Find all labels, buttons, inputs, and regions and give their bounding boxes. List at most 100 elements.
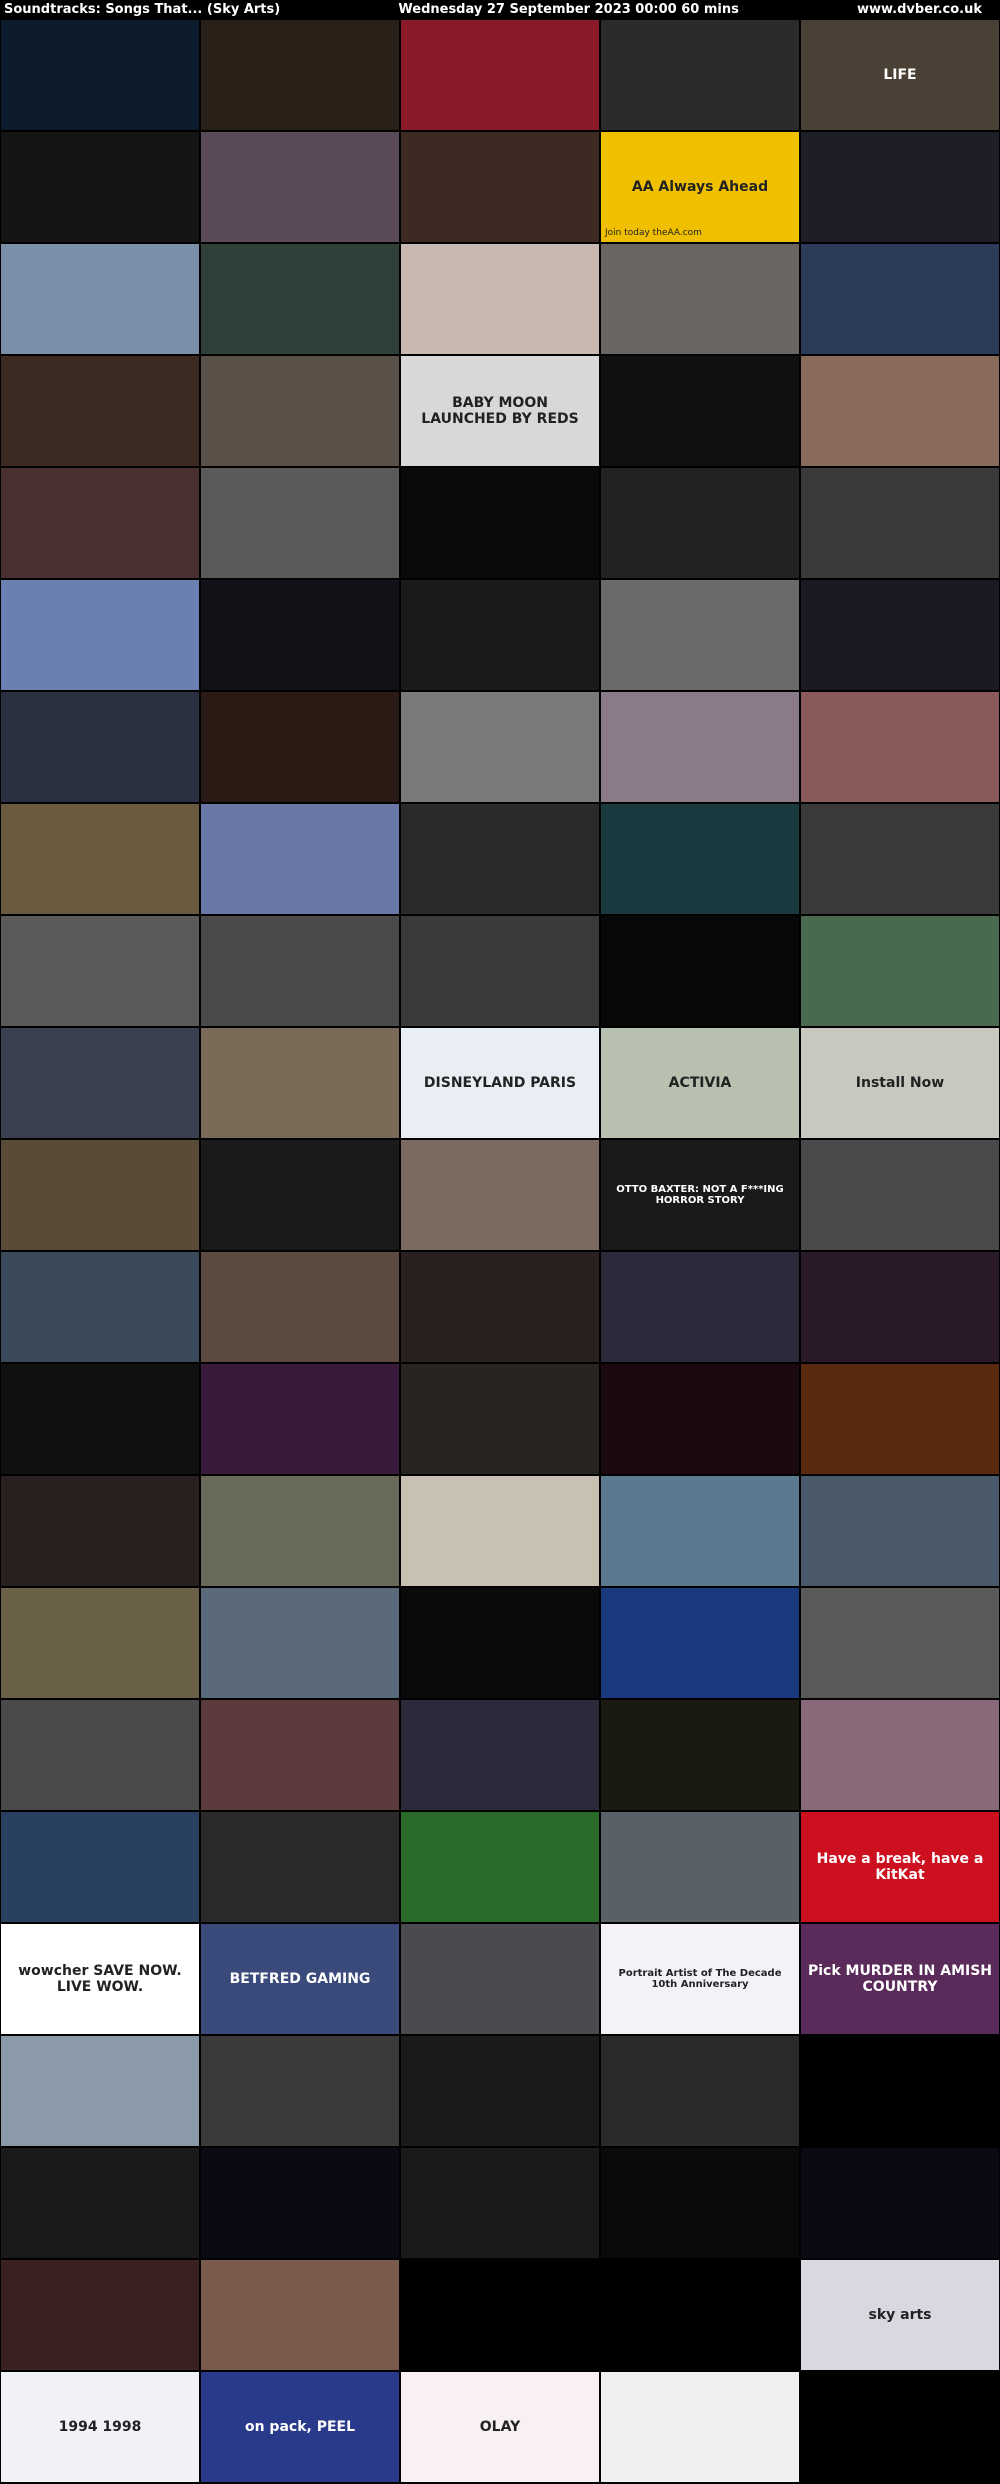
video-frame-thumbnail[interactable]: Portrait Artist of The Decade 10th Anniv… — [601, 1924, 799, 2034]
video-frame-thumbnail[interactable] — [201, 2148, 399, 2258]
video-frame-thumbnail[interactable] — [401, 1588, 599, 1698]
video-frame-thumbnail[interactable]: Pick MURDER IN AMISH COUNTRY — [801, 1924, 999, 2034]
video-frame-thumbnail[interactable] — [201, 1588, 399, 1698]
video-frame-thumbnail[interactable] — [801, 356, 999, 466]
video-frame-thumbnail[interactable]: BETFRED GAMING — [201, 1924, 399, 2034]
video-frame-thumbnail[interactable] — [401, 804, 599, 914]
video-frame-thumbnail[interactable] — [801, 2148, 999, 2258]
video-frame-thumbnail[interactable] — [201, 1252, 399, 1362]
video-frame-thumbnail[interactable] — [601, 916, 799, 1026]
video-frame-thumbnail[interactable] — [1, 468, 199, 578]
video-frame-thumbnail[interactable] — [201, 580, 399, 690]
video-frame-thumbnail[interactable]: Have a break, have a KitKat — [801, 1812, 999, 1922]
video-frame-thumbnail[interactable]: OLAY — [401, 2372, 599, 2482]
video-frame-thumbnail[interactable] — [401, 244, 599, 354]
video-frame-thumbnail[interactable] — [1, 916, 199, 1026]
video-frame-thumbnail[interactable] — [201, 1812, 399, 1922]
video-frame-thumbnail[interactable] — [1, 132, 199, 242]
video-frame-thumbnail[interactable] — [401, 2148, 599, 2258]
video-frame-thumbnail[interactable] — [801, 468, 999, 578]
video-frame-thumbnail[interactable]: wowcher SAVE NOW. LIVE WOW. — [1, 1924, 199, 2034]
video-frame-thumbnail[interactable]: OTTO BAXTER: NOT A F***ING HORROR STORY — [601, 1140, 799, 1250]
video-frame-thumbnail[interactable] — [401, 1364, 599, 1474]
video-frame-thumbnail[interactable] — [801, 2036, 999, 2146]
video-frame-thumbnail[interactable] — [601, 804, 799, 914]
video-frame-thumbnail[interactable] — [201, 244, 399, 354]
video-frame-thumbnail[interactable] — [801, 916, 999, 1026]
video-frame-thumbnail[interactable]: AA Always Ahead Join today theAA.com — [601, 132, 799, 242]
video-frame-thumbnail[interactable]: on pack, PEEL — [201, 2372, 399, 2482]
video-frame-thumbnail[interactable] — [401, 692, 599, 802]
video-frame-thumbnail[interactable] — [1, 692, 199, 802]
video-frame-thumbnail[interactable] — [801, 1700, 999, 1810]
video-frame-thumbnail[interactable] — [601, 2260, 799, 2370]
video-frame-thumbnail[interactable] — [801, 1588, 999, 1698]
video-frame-thumbnail[interactable] — [801, 1252, 999, 1362]
video-frame-thumbnail[interactable] — [601, 2036, 799, 2146]
video-frame-thumbnail[interactable] — [801, 580, 999, 690]
video-frame-thumbnail[interactable] — [401, 468, 599, 578]
video-frame-thumbnail[interactable] — [801, 1364, 999, 1474]
video-frame-thumbnail[interactable] — [601, 1252, 799, 1362]
video-frame-thumbnail[interactable] — [601, 356, 799, 466]
video-frame-thumbnail[interactable] — [401, 1700, 599, 1810]
video-frame-thumbnail[interactable] — [801, 1140, 999, 1250]
video-frame-thumbnail[interactable] — [1, 1476, 199, 1586]
video-frame-thumbnail[interactable] — [601, 580, 799, 690]
video-frame-thumbnail[interactable]: ACTIVIA — [601, 1028, 799, 1138]
video-frame-thumbnail[interactable] — [801, 1476, 999, 1586]
video-frame-thumbnail[interactable] — [401, 20, 599, 130]
video-frame-thumbnail[interactable] — [1, 1588, 199, 1698]
video-frame-thumbnail[interactable]: BABY MOON LAUNCHED BY REDS — [401, 356, 599, 466]
video-frame-thumbnail[interactable] — [401, 916, 599, 1026]
video-frame-thumbnail[interactable] — [1, 804, 199, 914]
video-frame-thumbnail[interactable] — [601, 2148, 799, 2258]
video-frame-thumbnail[interactable] — [601, 468, 799, 578]
video-frame-thumbnail[interactable] — [601, 1588, 799, 1698]
video-frame-thumbnail[interactable] — [401, 1140, 599, 1250]
video-frame-thumbnail[interactable]: 1994 1998 — [1, 2372, 199, 2482]
video-frame-thumbnail[interactable] — [201, 1028, 399, 1138]
video-frame-thumbnail[interactable] — [1, 2260, 199, 2370]
video-frame-thumbnail[interactable] — [401, 1476, 599, 1586]
video-frame-thumbnail[interactable]: DISNEYLAND PARIS — [401, 1028, 599, 1138]
video-frame-thumbnail[interactable] — [401, 580, 599, 690]
video-frame-thumbnail[interactable]: sky arts — [801, 2260, 999, 2370]
video-frame-thumbnail[interactable] — [601, 1700, 799, 1810]
video-frame-thumbnail[interactable]: LIFE — [801, 20, 999, 130]
video-frame-thumbnail[interactable] — [201, 356, 399, 466]
video-frame-thumbnail[interactable] — [801, 692, 999, 802]
video-frame-thumbnail[interactable] — [601, 244, 799, 354]
video-frame-thumbnail[interactable] — [1, 1812, 199, 1922]
video-frame-thumbnail[interactable] — [1, 1700, 199, 1810]
video-frame-thumbnail[interactable] — [401, 2260, 599, 2370]
video-frame-thumbnail[interactable] — [601, 2372, 799, 2482]
video-frame-thumbnail[interactable] — [401, 1924, 599, 2034]
video-frame-thumbnail[interactable] — [201, 1476, 399, 1586]
video-frame-thumbnail[interactable] — [201, 2036, 399, 2146]
video-frame-thumbnail[interactable] — [201, 1364, 399, 1474]
video-frame-thumbnail[interactable] — [801, 804, 999, 914]
video-frame-thumbnail[interactable] — [1, 2148, 199, 2258]
video-frame-thumbnail[interactable] — [201, 2260, 399, 2370]
video-frame-thumbnail[interactable] — [201, 804, 399, 914]
video-frame-thumbnail[interactable] — [801, 132, 999, 242]
video-frame-thumbnail[interactable] — [401, 1812, 599, 1922]
video-frame-thumbnail[interactable] — [201, 1140, 399, 1250]
video-frame-thumbnail[interactable] — [201, 132, 399, 242]
video-frame-thumbnail[interactable] — [1, 1028, 199, 1138]
video-frame-thumbnail[interactable] — [1, 1140, 199, 1250]
video-frame-thumbnail[interactable] — [1, 2036, 199, 2146]
video-frame-thumbnail[interactable] — [601, 20, 799, 130]
video-frame-thumbnail[interactable] — [201, 692, 399, 802]
video-frame-thumbnail[interactable] — [201, 468, 399, 578]
site-link[interactable]: www.dvber.co.uk — [857, 2, 982, 17]
video-frame-thumbnail[interactable] — [1, 1252, 199, 1362]
video-frame-thumbnail[interactable] — [801, 244, 999, 354]
video-frame-thumbnail[interactable] — [201, 20, 399, 130]
video-frame-thumbnail[interactable] — [601, 1476, 799, 1586]
video-frame-thumbnail[interactable] — [401, 132, 599, 242]
video-frame-thumbnail[interactable] — [1, 1364, 199, 1474]
video-frame-thumbnail[interactable] — [801, 2372, 999, 2482]
video-frame-thumbnail[interactable] — [1, 580, 199, 690]
